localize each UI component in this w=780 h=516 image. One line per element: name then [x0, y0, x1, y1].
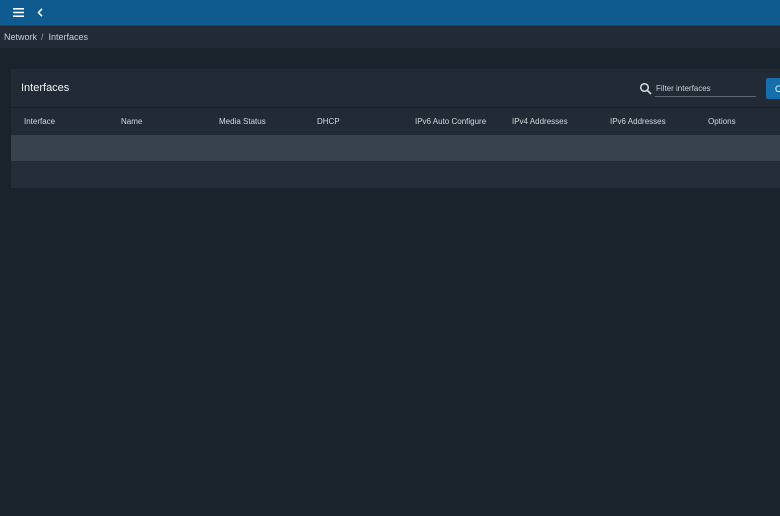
column-header-name[interactable]: Name — [121, 108, 142, 135]
table-row[interactable] — [11, 135, 780, 161]
card-title: Interfaces — [21, 82, 70, 94]
column-header-interface[interactable]: Interface — [24, 108, 55, 135]
primary-action-label: C — [775, 83, 780, 94]
column-header-dhcp[interactable]: DHCP — [317, 108, 340, 135]
table-row[interactable] — [11, 162, 780, 188]
back-button[interactable] — [31, 0, 49, 25]
chevron-left-icon — [37, 8, 43, 17]
filter-interfaces-input[interactable] — [655, 81, 756, 97]
column-header-media-status[interactable]: Media Status — [219, 108, 266, 135]
breadcrumb-separator: / — [41, 32, 44, 42]
menu-button[interactable] — [8, 0, 28, 25]
column-header-ipv4-addresses[interactable]: IPv4 Addresses — [512, 108, 568, 135]
interfaces-card: Interfaces C Interface Name Media Status… — [11, 69, 780, 188]
breadcrumb-network[interactable]: Network — [4, 32, 37, 42]
table-header: Interface Name Media Status DHCP IPv6 Au… — [11, 107, 780, 135]
column-header-ipv6-auto-configure[interactable]: IPv6 Auto Configure — [415, 108, 486, 135]
column-header-ipv6-addresses[interactable]: IPv6 Addresses — [610, 108, 666, 135]
primary-action-button[interactable]: C — [766, 78, 780, 99]
top-app-bar — [0, 0, 780, 26]
breadcrumb: Network / Interfaces — [0, 26, 780, 48]
hamburger-menu-icon — [12, 8, 24, 17]
breadcrumb-interfaces: Interfaces — [48, 32, 89, 42]
search-icon — [639, 82, 652, 95]
column-header-options: Options — [708, 117, 736, 126]
